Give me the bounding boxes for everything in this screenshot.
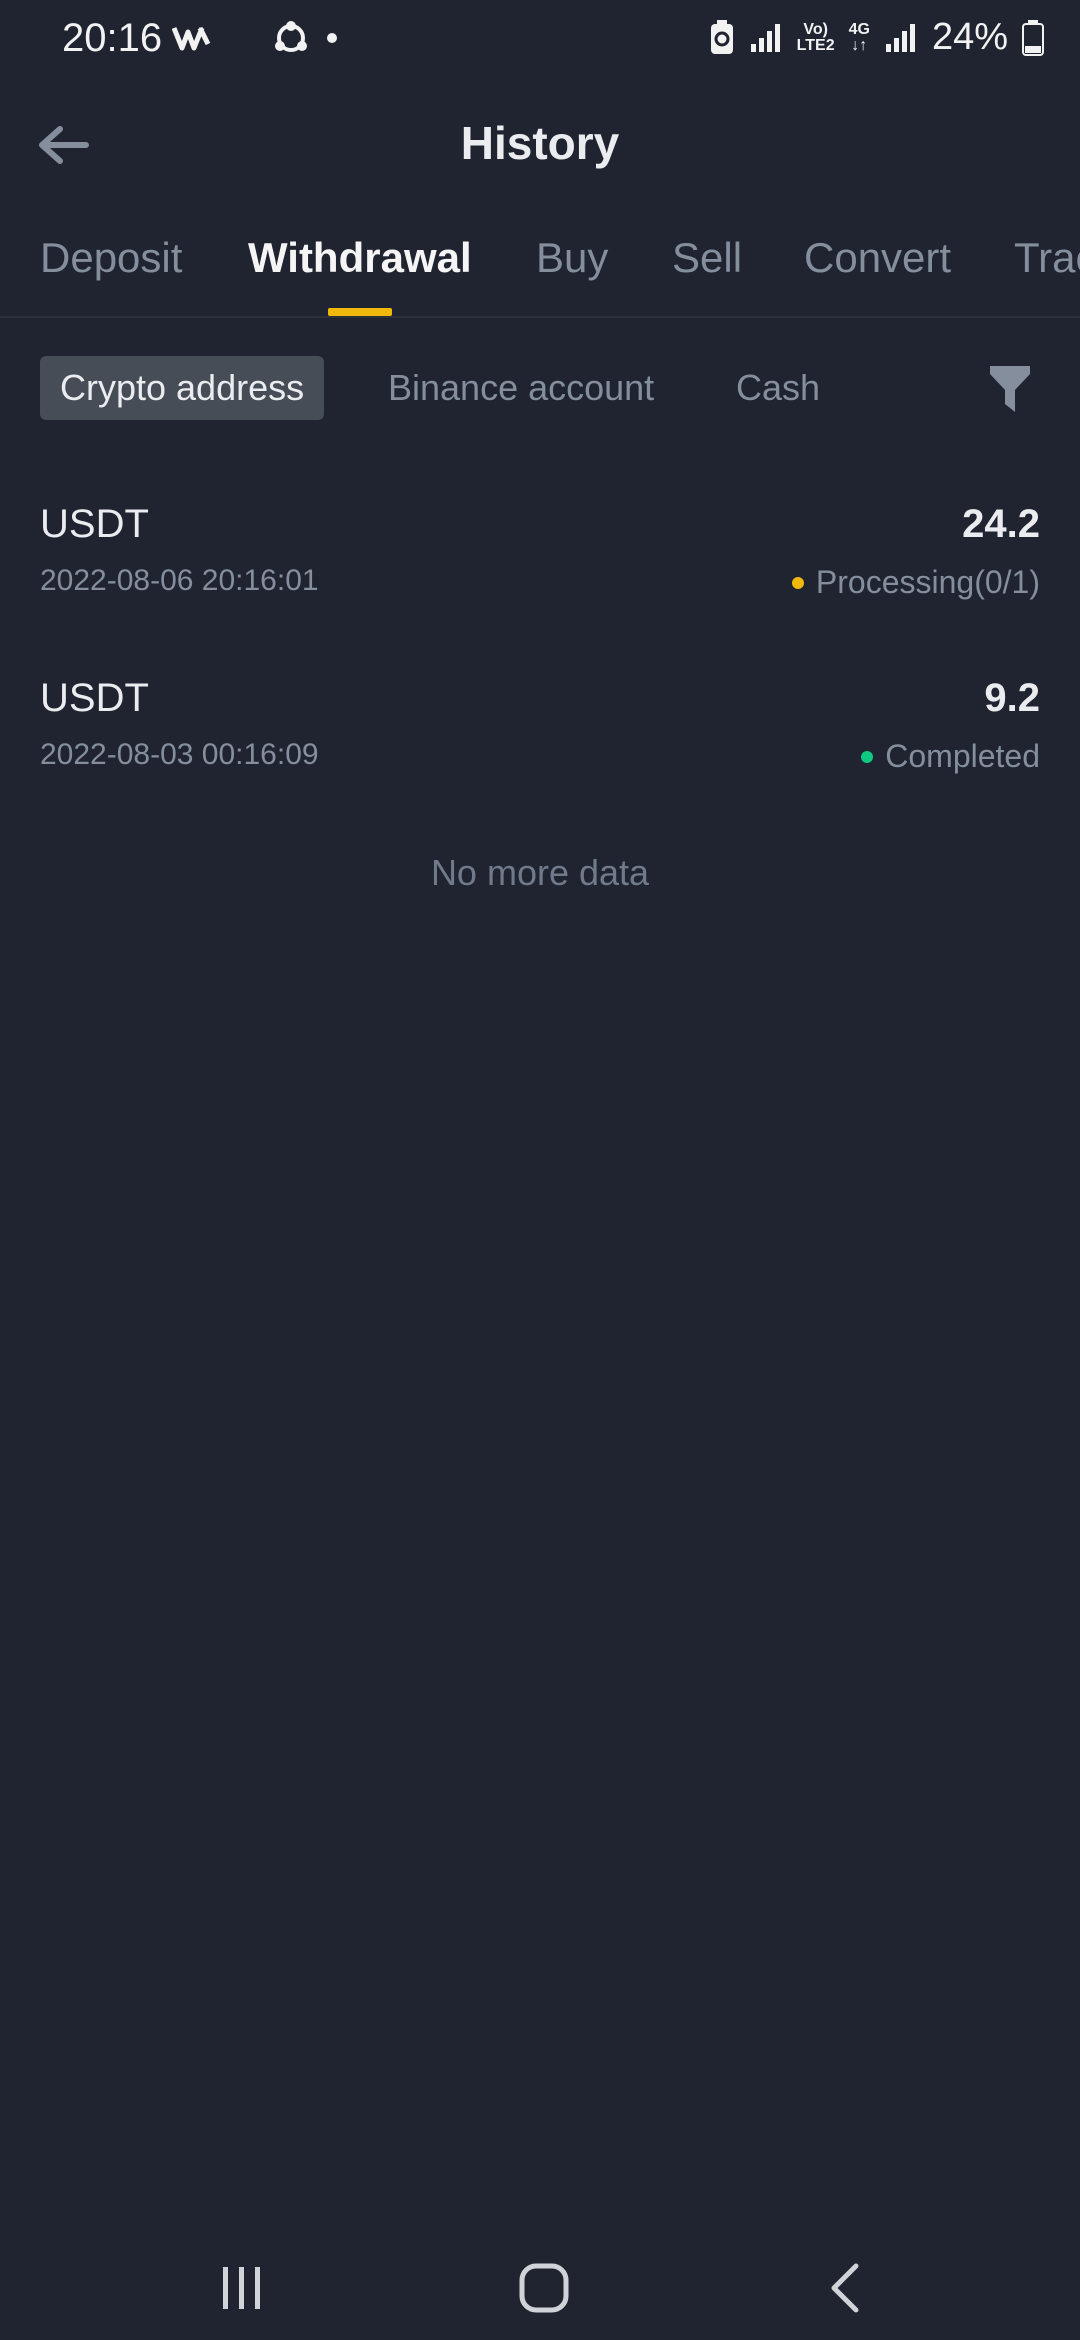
transaction-date: 2022-08-06 20:16:01 <box>40 564 319 597</box>
recent-apps-icon <box>223 2267 260 2309</box>
battery-saver-icon <box>710 19 733 54</box>
status-dot-icon <box>861 750 874 763</box>
signal-icon-1 <box>750 23 780 52</box>
battery-icon <box>1022 19 1044 56</box>
network-4g-label: 4G ↓↑ <box>848 20 870 54</box>
signal-icon-2 <box>885 23 915 52</box>
active-tab-indicator <box>328 308 392 316</box>
withdrawal-type-filters: Crypto address Binance account Cash <box>0 356 1080 422</box>
volte-label: Vo) LTE2 <box>796 20 835 54</box>
transaction-status: Processing(0/1) <box>791 564 1040 601</box>
filter-funnel-icon[interactable] <box>988 364 1032 414</box>
status-time: 20:16 <box>62 16 163 60</box>
history-screen: 20:16 Vo) LTE2 4G ↓↑ 24% History Deposit… <box>0 0 1080 2340</box>
status-label: Completed <box>885 738 1040 774</box>
status-bar: 20:16 Vo) LTE2 4G ↓↑ 24% <box>0 0 1080 80</box>
history-tabs: Deposit Withdrawal Buy Sell Convert Trac <box>0 220 1080 318</box>
transaction-amount: 9.2 <box>984 676 1040 720</box>
transaction-status: Completed <box>861 738 1040 775</box>
header: History <box>0 90 1080 200</box>
transaction-amount: 24.2 <box>962 502 1040 546</box>
filter-crypto-address[interactable]: Crypto address <box>40 356 325 420</box>
system-navigation-bar <box>0 2230 1080 2340</box>
tab-convert[interactable]: Convert <box>804 234 951 282</box>
moon-mode-icon <box>234 26 256 48</box>
transaction-date: 2022-08-03 00:16:09 <box>40 738 319 771</box>
status-dot-icon <box>791 576 804 589</box>
system-indicators: Vo) LTE2 4G ↓↑ 24% <box>709 16 1044 59</box>
transaction-coin: USDT <box>40 676 149 720</box>
notification-icons <box>172 20 342 56</box>
battery-percent: 24% <box>931 16 1008 58</box>
transaction-row[interactable]: USDT 2022-08-06 20:16:01 24.2 Processing… <box>40 490 1040 664</box>
home-button[interactable] <box>504 2248 584 2328</box>
tab-sell[interactable]: Sell <box>672 234 742 282</box>
tab-deposit[interactable]: Deposit <box>40 234 182 282</box>
tab-buy[interactable]: Buy <box>536 234 608 282</box>
no-more-data-text: No more data <box>430 852 650 893</box>
filter-binance-account[interactable]: Binance account <box>388 356 654 420</box>
tab-trade[interactable]: Trac <box>1014 234 1080 282</box>
chevron-left-icon <box>831 2263 859 2313</box>
notification-dot-icon <box>327 33 337 43</box>
filter-cash[interactable]: Cash <box>736 356 820 420</box>
transaction-list: USDT 2022-08-06 20:16:01 24.2 Processing… <box>40 490 1040 838</box>
home-icon <box>519 2263 569 2313</box>
tab-withdrawal[interactable]: Withdrawal <box>248 234 472 282</box>
transaction-row[interactable]: USDT 2022-08-03 00:16:09 9.2 Completed <box>40 664 1040 838</box>
page-title: History <box>460 117 620 169</box>
share-hub-icon <box>275 21 307 52</box>
recent-apps-button[interactable] <box>202 2248 282 2328</box>
transaction-coin: USDT <box>40 502 149 546</box>
status-label: Processing(0/1) <box>815 564 1040 600</box>
nav-back-button[interactable] <box>806 2248 886 2328</box>
wave-app-icon <box>172 26 211 51</box>
